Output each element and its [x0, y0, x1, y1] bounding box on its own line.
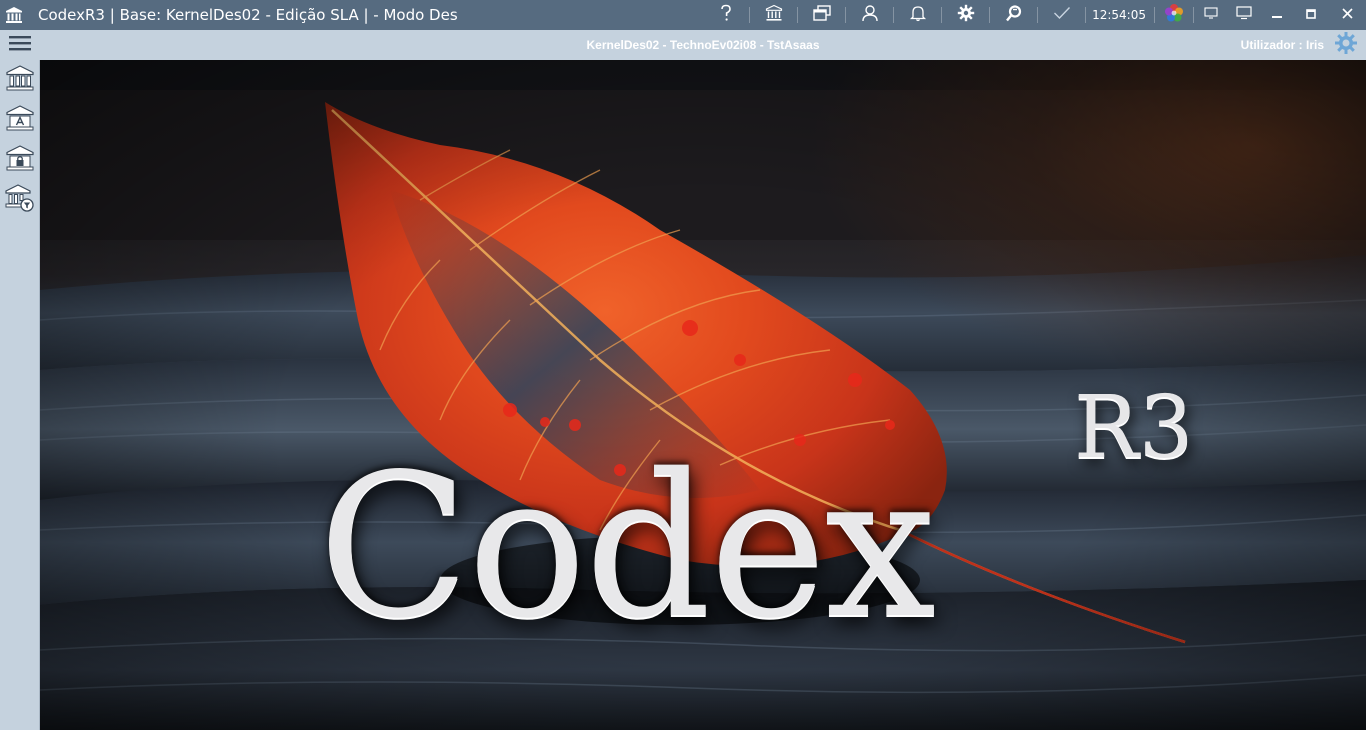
bank-icon — [765, 4, 783, 27]
menu-button[interactable] — [0, 30, 40, 60]
user-settings-button[interactable] — [1334, 31, 1358, 60]
hamburger-icon — [9, 35, 31, 56]
title-bar: CodexR3 | Base: KernelDes02 - Edição SLA… — [0, 0, 1366, 30]
title-toolbar: 12:54:05 — [702, 0, 1366, 30]
app-logo-button[interactable] — [1155, 0, 1193, 30]
gear-icon — [957, 4, 975, 27]
check-icon — [1053, 6, 1071, 25]
settings-button[interactable] — [942, 0, 989, 30]
minimize-icon — [1272, 6, 1282, 24]
settings-gear-icon — [1334, 31, 1358, 59]
user-area: Utilizador : Iris — [1241, 30, 1358, 60]
display-icon — [1204, 6, 1218, 24]
maximize-button[interactable] — [1294, 0, 1328, 30]
clock: 12:54:05 — [1092, 8, 1146, 22]
bank-button[interactable] — [750, 0, 797, 30]
side-rail — [0, 60, 40, 730]
windows-icon — [812, 4, 831, 26]
help-icon — [718, 4, 734, 27]
brand-version-mark: R3 — [1074, 378, 1194, 478]
user-label: Utilizador : Iris — [1240, 38, 1324, 52]
bank-document-icon — [5, 104, 35, 137]
confirm-button[interactable] — [1038, 0, 1085, 30]
bell-icon — [909, 4, 927, 27]
user-icon — [861, 4, 879, 27]
sidebar-item-bank-document[interactable] — [0, 100, 40, 140]
monitor-icon — [1236, 5, 1252, 25]
user-button[interactable] — [846, 0, 893, 30]
app-bank-icon[interactable] — [0, 0, 28, 30]
bank-lock-icon — [5, 144, 35, 177]
minimize-button[interactable] — [1260, 0, 1294, 30]
help-button[interactable] — [702, 0, 749, 30]
search-refresh-button[interactable] — [990, 0, 1037, 30]
search-refresh-icon — [1005, 4, 1023, 27]
brand-wordmark: Codex — [318, 431, 936, 662]
splash-screen: Codex R3 — [40, 60, 1366, 730]
notifications-button[interactable] — [894, 0, 941, 30]
app-logo-icon — [1163, 2, 1185, 29]
sidebar-item-bank-lock[interactable] — [0, 140, 40, 180]
bank-filter-icon — [5, 183, 35, 218]
maximize-icon — [1306, 6, 1316, 24]
sidebar-item-bank-filter[interactable] — [0, 180, 40, 220]
close-button[interactable] — [1328, 0, 1366, 30]
display-button[interactable] — [1194, 0, 1228, 30]
monitor-button[interactable] — [1228, 0, 1260, 30]
window-title: CodexR3 | Base: KernelDes02 - Edição SLA… — [38, 6, 458, 24]
windows-button[interactable] — [798, 0, 845, 30]
context-bar: KernelDes02 - TechnoEv02i08 - TstAsaas U… — [0, 30, 1366, 60]
context-title: KernelDes02 - TechnoEv02i08 - TstAsaas — [586, 38, 820, 52]
close-icon — [1341, 6, 1353, 24]
sidebar-item-bank[interactable] — [0, 60, 40, 100]
bank-icon — [5, 64, 35, 97]
